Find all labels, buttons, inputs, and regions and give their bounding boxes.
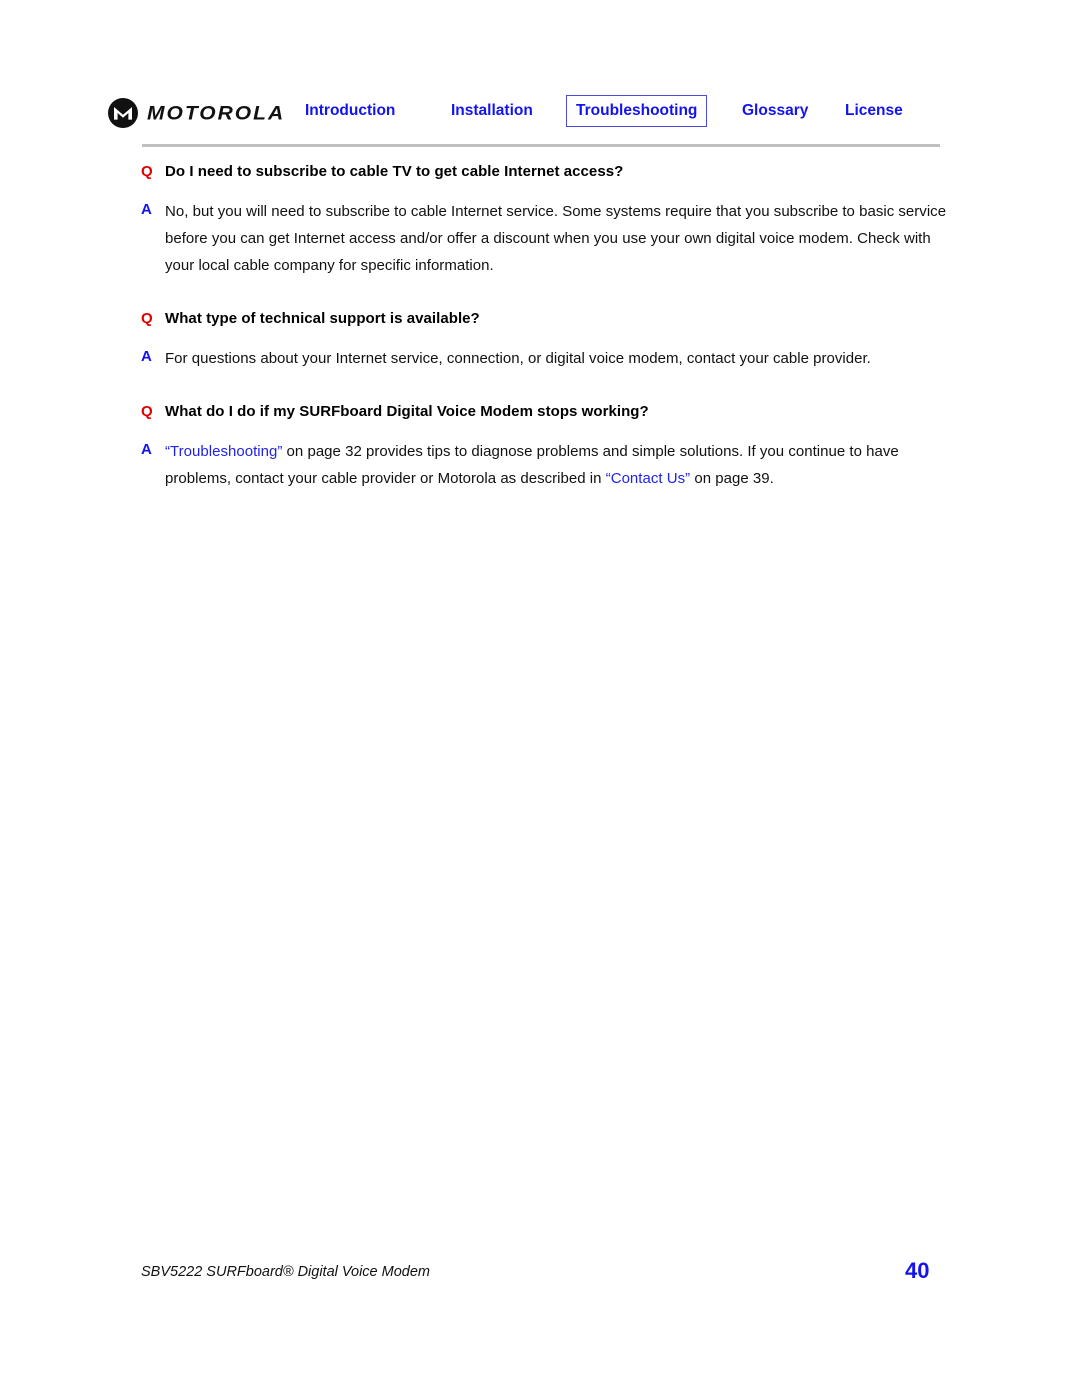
faq-answer-row: A “Troubleshooting” on page 32 provides … xyxy=(0,438,1080,492)
nav-item-glossary[interactable]: Glossary xyxy=(742,101,808,120)
faq-question-text: What do I do if my SURFboard Digital Voi… xyxy=(165,403,649,420)
contact-us-link[interactable]: “Contact Us” xyxy=(606,470,690,487)
faq-answer-segment: on page 39. xyxy=(690,470,774,487)
faq-question-text: Do I need to subscribe to cable TV to ge… xyxy=(165,163,624,180)
top-navigation: Introduction Installation Troubleshootin… xyxy=(300,92,960,132)
question-marker: Q xyxy=(141,163,153,180)
nav-item-license[interactable]: License xyxy=(845,101,903,120)
document-page: MOTOROLA Introduction Installation Troub… xyxy=(0,0,1080,1397)
faq-answer-text: “Troubleshooting” on page 32 provides ti… xyxy=(165,443,899,487)
faq-answer-row: A For questions about your Internet serv… xyxy=(0,345,1080,372)
nav-item-installation[interactable]: Installation xyxy=(451,101,533,120)
answer-marker: A xyxy=(141,348,152,365)
faq-entry: Q Do I need to subscribe to cable TV to … xyxy=(0,160,1080,279)
faq-answer-text: No, but you will need to subscribe to ca… xyxy=(165,203,947,274)
motorola-batwing-icon xyxy=(108,98,138,128)
faq-question-row: Q What type of technical support is avai… xyxy=(0,307,1080,330)
faq-question-text: What type of technical support is availa… xyxy=(165,310,480,327)
faq-content: Q Do I need to subscribe to cable TV to … xyxy=(0,160,1080,492)
faq-question-row: Q What do I do if my SURFboard Digital V… xyxy=(0,400,1080,423)
answer-marker: A xyxy=(141,201,152,218)
nav-item-introduction[interactable]: Introduction xyxy=(305,101,395,120)
nav-item-troubleshooting[interactable]: Troubleshooting xyxy=(566,95,708,127)
faq-entry: Q What type of technical support is avai… xyxy=(0,307,1080,372)
faq-answer-row: A No, but you will need to subscribe to … xyxy=(0,198,1080,279)
page-number: 40 xyxy=(905,1258,930,1283)
question-marker: Q xyxy=(141,310,153,327)
motorola-wordmark: MOTOROLA xyxy=(147,102,286,124)
faq-answer-text: For questions about your Internet servic… xyxy=(165,350,871,367)
answer-marker: A xyxy=(141,441,152,458)
faq-entry: Q What do I do if my SURFboard Digital V… xyxy=(0,400,1080,492)
page-header: MOTOROLA Introduction Installation Troub… xyxy=(0,92,1080,144)
faq-question-row: Q Do I need to subscribe to cable TV to … xyxy=(0,160,1080,183)
header-divider xyxy=(142,144,940,147)
page-footer: SBV5222 SURFboard® Digital Voice Modem 4… xyxy=(0,1258,1080,1298)
question-marker: Q xyxy=(141,403,153,420)
troubleshooting-link[interactable]: “Troubleshooting” xyxy=(165,443,282,460)
motorola-logo: MOTOROLA xyxy=(108,96,285,130)
footer-title: SBV5222 SURFboard® Digital Voice Modem xyxy=(141,1264,431,1280)
